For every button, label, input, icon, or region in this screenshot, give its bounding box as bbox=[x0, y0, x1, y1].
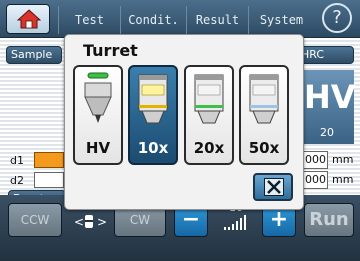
ccw-button[interactable]: CCW bbox=[8, 203, 62, 237]
d1-label: d1 bbox=[10, 154, 24, 167]
objective-lens-icon bbox=[194, 74, 224, 124]
objective-lens-icon bbox=[138, 74, 168, 124]
close-button[interactable] bbox=[253, 173, 293, 201]
d2-unit: mm bbox=[332, 173, 354, 186]
d1-indicator bbox=[34, 152, 64, 168]
tab-system[interactable]: System bbox=[248, 6, 314, 34]
hardness-display: HV 20 bbox=[296, 70, 356, 144]
home-icon bbox=[17, 9, 41, 29]
turret-rotate-icon: < > bbox=[74, 215, 107, 229]
d2-label: d2 bbox=[10, 174, 24, 187]
d1-value-field[interactable]: 000 bbox=[300, 151, 328, 169]
dialog-title: Turret bbox=[83, 41, 138, 60]
sample-button[interactable]: Sample bbox=[6, 46, 62, 64]
hardness-scale-label: HV bbox=[304, 78, 356, 116]
d2-indicator bbox=[34, 172, 64, 188]
objective-lens-icon bbox=[249, 74, 279, 124]
d1-unit: mm bbox=[332, 153, 354, 166]
indenter-icon bbox=[84, 72, 112, 123]
scale-selector[interactable]: HRC bbox=[296, 46, 354, 64]
turret-tile-label: 50x bbox=[248, 139, 280, 157]
run-button[interactable]: Run bbox=[304, 203, 354, 237]
turret-tile-10x[interactable]: 10x bbox=[128, 65, 178, 165]
load-value: 20 bbox=[320, 126, 334, 139]
svg-text:<: < bbox=[74, 215, 84, 229]
d2-value-field[interactable]: 000 bbox=[300, 171, 328, 189]
turret-options: HV 10x 20x 50x bbox=[73, 65, 293, 165]
svg-text:>: > bbox=[97, 215, 107, 229]
top-tab-bar: Test Condit. Result System ? bbox=[0, 0, 360, 38]
turret-tile-label: 20x bbox=[193, 139, 225, 157]
turret-tile-label: 10x bbox=[137, 139, 169, 157]
tab-result[interactable]: Result bbox=[186, 6, 248, 34]
tab-condit[interactable]: Condit. bbox=[120, 6, 186, 34]
turret-tile-50x[interactable]: 50x bbox=[239, 65, 289, 165]
turret-tile-hv[interactable]: HV bbox=[73, 65, 123, 165]
close-icon bbox=[264, 178, 284, 196]
help-button[interactable]: ? bbox=[322, 3, 352, 33]
tab-test[interactable]: Test bbox=[58, 6, 120, 34]
home-button[interactable] bbox=[6, 4, 50, 34]
turret-tile-20x[interactable]: 20x bbox=[184, 65, 234, 165]
turret-tile-label: HV bbox=[85, 139, 111, 157]
turret-dialog: Turret HV 10x 20x 50x bbox=[64, 34, 304, 210]
level-bars-icon bbox=[224, 215, 246, 230]
